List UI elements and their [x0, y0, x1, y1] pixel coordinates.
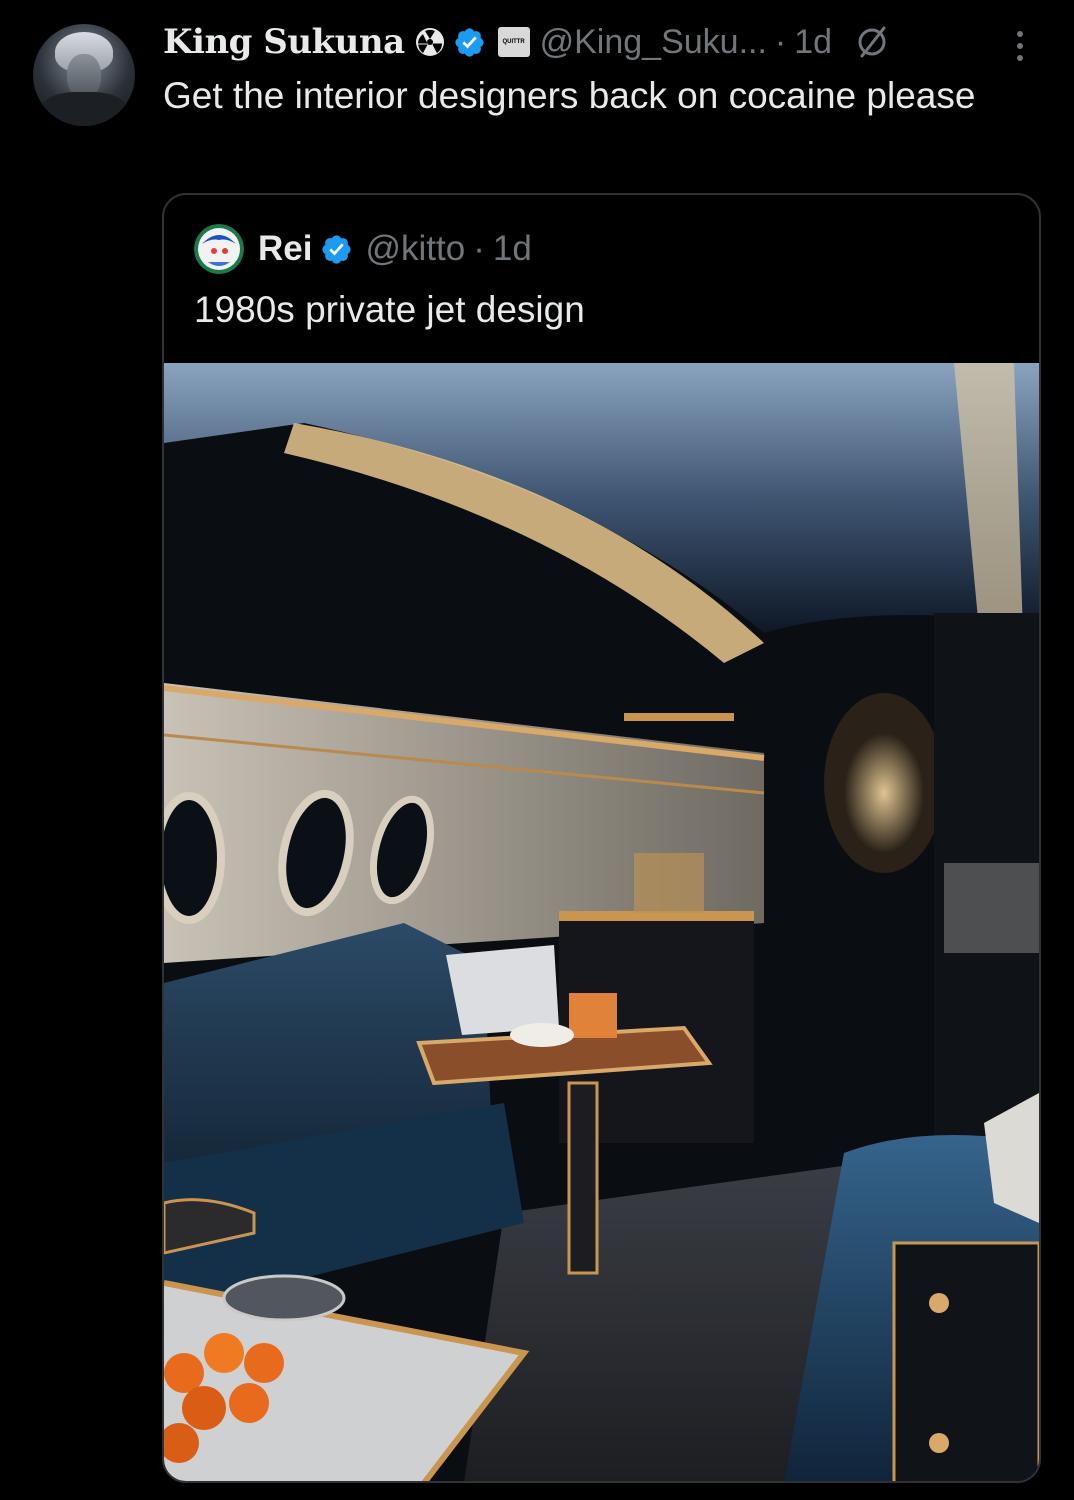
quote-verified-icon [322, 234, 352, 264]
quote-separator-dot: · [473, 229, 485, 268]
quote-author-handle[interactable]: @kitto [365, 229, 465, 269]
corridor-light [844, 733, 924, 853]
cabinet-knob-1 [929, 1293, 949, 1313]
quoted-tweet[interactable]: Rei @kitto · 1d 1980s private jet design [162, 193, 1041, 1483]
covered-dish [222, 1274, 346, 1322]
quote-header: Rei @kitto · 1d [194, 223, 532, 275]
wine-glasses [944, 863, 1039, 953]
window-1 [164, 792, 225, 924]
avatar-coat [39, 92, 129, 126]
orange-planter [569, 993, 617, 1038]
timestamp[interactable]: 1d [794, 23, 832, 62]
quittr-badge[interactable]: QUITTR [497, 27, 530, 57]
quote-avatar[interactable] [194, 224, 244, 274]
table-pedestal [567, 1081, 599, 1275]
quote-text: 1980s private jet design [194, 289, 585, 330]
more-icon[interactable] [1008, 28, 1032, 64]
verified-icon [455, 27, 484, 57]
quote-timestamp[interactable]: 1d [493, 229, 532, 269]
tweet-text: Get the interior designers back on cocai… [163, 75, 976, 116]
white-dish [510, 1023, 574, 1047]
bar-glasses [634, 853, 704, 913]
cabinet-knob-2 [929, 1433, 949, 1453]
separator-dot: · [774, 22, 787, 61]
grok-icon[interactable] [854, 24, 890, 60]
jet-interior-photo[interactable] [164, 363, 1039, 1483]
author-avatar[interactable] [33, 24, 135, 126]
tweet-header: King Sukuna QUITTR @King_Suku... · 1d [163, 18, 890, 66]
author-handle[interactable]: @King_Suku... [540, 23, 767, 62]
side-cabinet [892, 1241, 1039, 1481]
author-name[interactable]: King Sukuna [163, 22, 405, 62]
quote-author-name[interactable]: Rei [258, 229, 312, 269]
glass-shelf [624, 713, 734, 721]
radiation-icon [415, 28, 444, 56]
white-pillow [446, 945, 559, 1035]
